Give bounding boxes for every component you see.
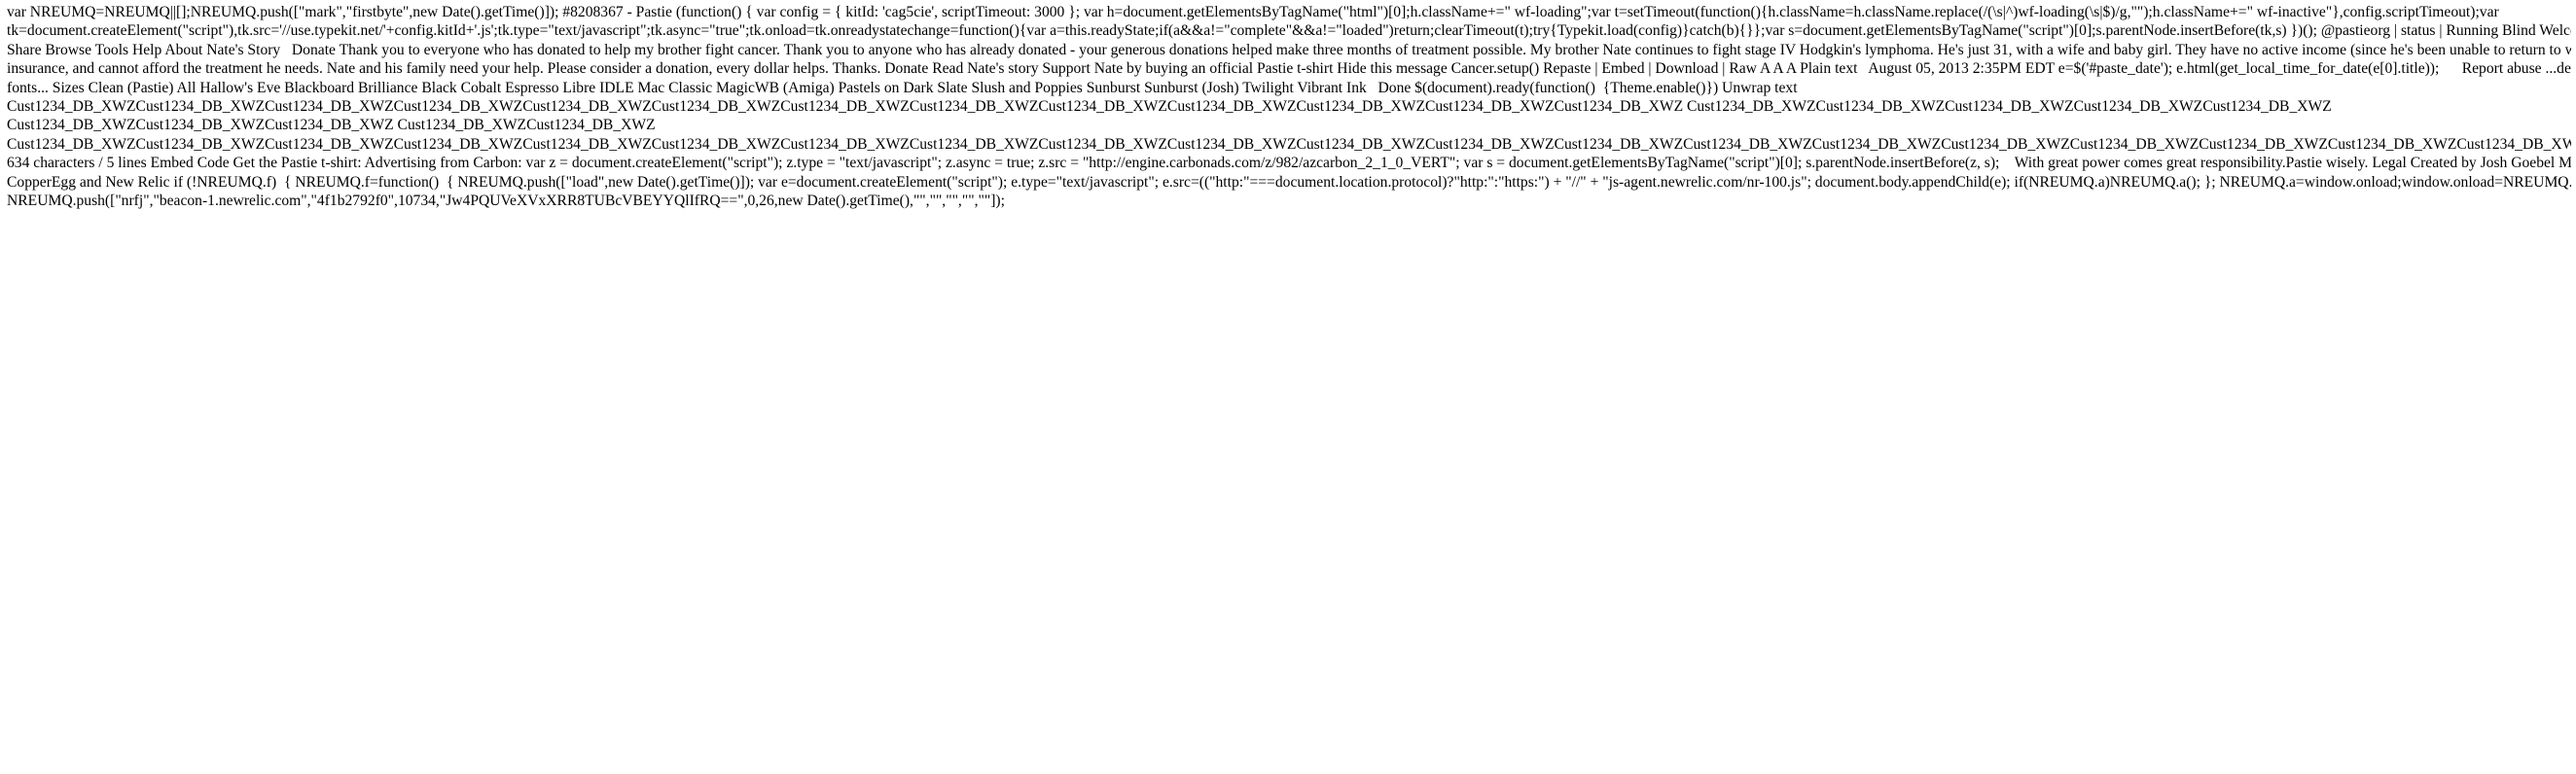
text-line-paste-content-1: Cust1234_DB_XWZCust1234_DB_XWZCust1234_D…	[7, 98, 2332, 116]
text-line-typekit-and-nav: tk=document.createElement("script"),tk.s…	[7, 22, 2571, 40]
text-line-footer-ads: 634 characters / 5 lines Embed Code Get …	[7, 155, 2571, 172]
text-line-newrelic-script: CopperEgg and New Relic if (!NREUMQ.f) {…	[7, 173, 2571, 191]
text-line-newrelic-push: NREUMQ.push(["nrfj","beacon-1.newrelic.c…	[7, 193, 1005, 210]
unstyled-page-text: var NREUMQ=NREUMQ||[];NREUMQ.push(["mark…	[7, 3, 2571, 771]
text-line-paste-toolbar: insurance, and cannot afford the treatme…	[7, 60, 2571, 78]
text-line-paste-content-3: Cust1234_DB_XWZCust1234_DB_XWZCust1234_D…	[7, 135, 2571, 153]
text-line-paste-content-2: Cust1234_DB_XWZCust1234_DB_XWZCust1234_D…	[7, 117, 656, 134]
text-line-script-header: var NREUMQ=NREUMQ||[];NREUMQ.push(["mark…	[7, 4, 2499, 20]
text-line-theme-options: fonts... Sizes Clean (Pastie) All Hallow…	[7, 79, 1798, 96]
text-line-donation-message: Share Browse Tools Help About Nate's Sto…	[7, 41, 2571, 58]
